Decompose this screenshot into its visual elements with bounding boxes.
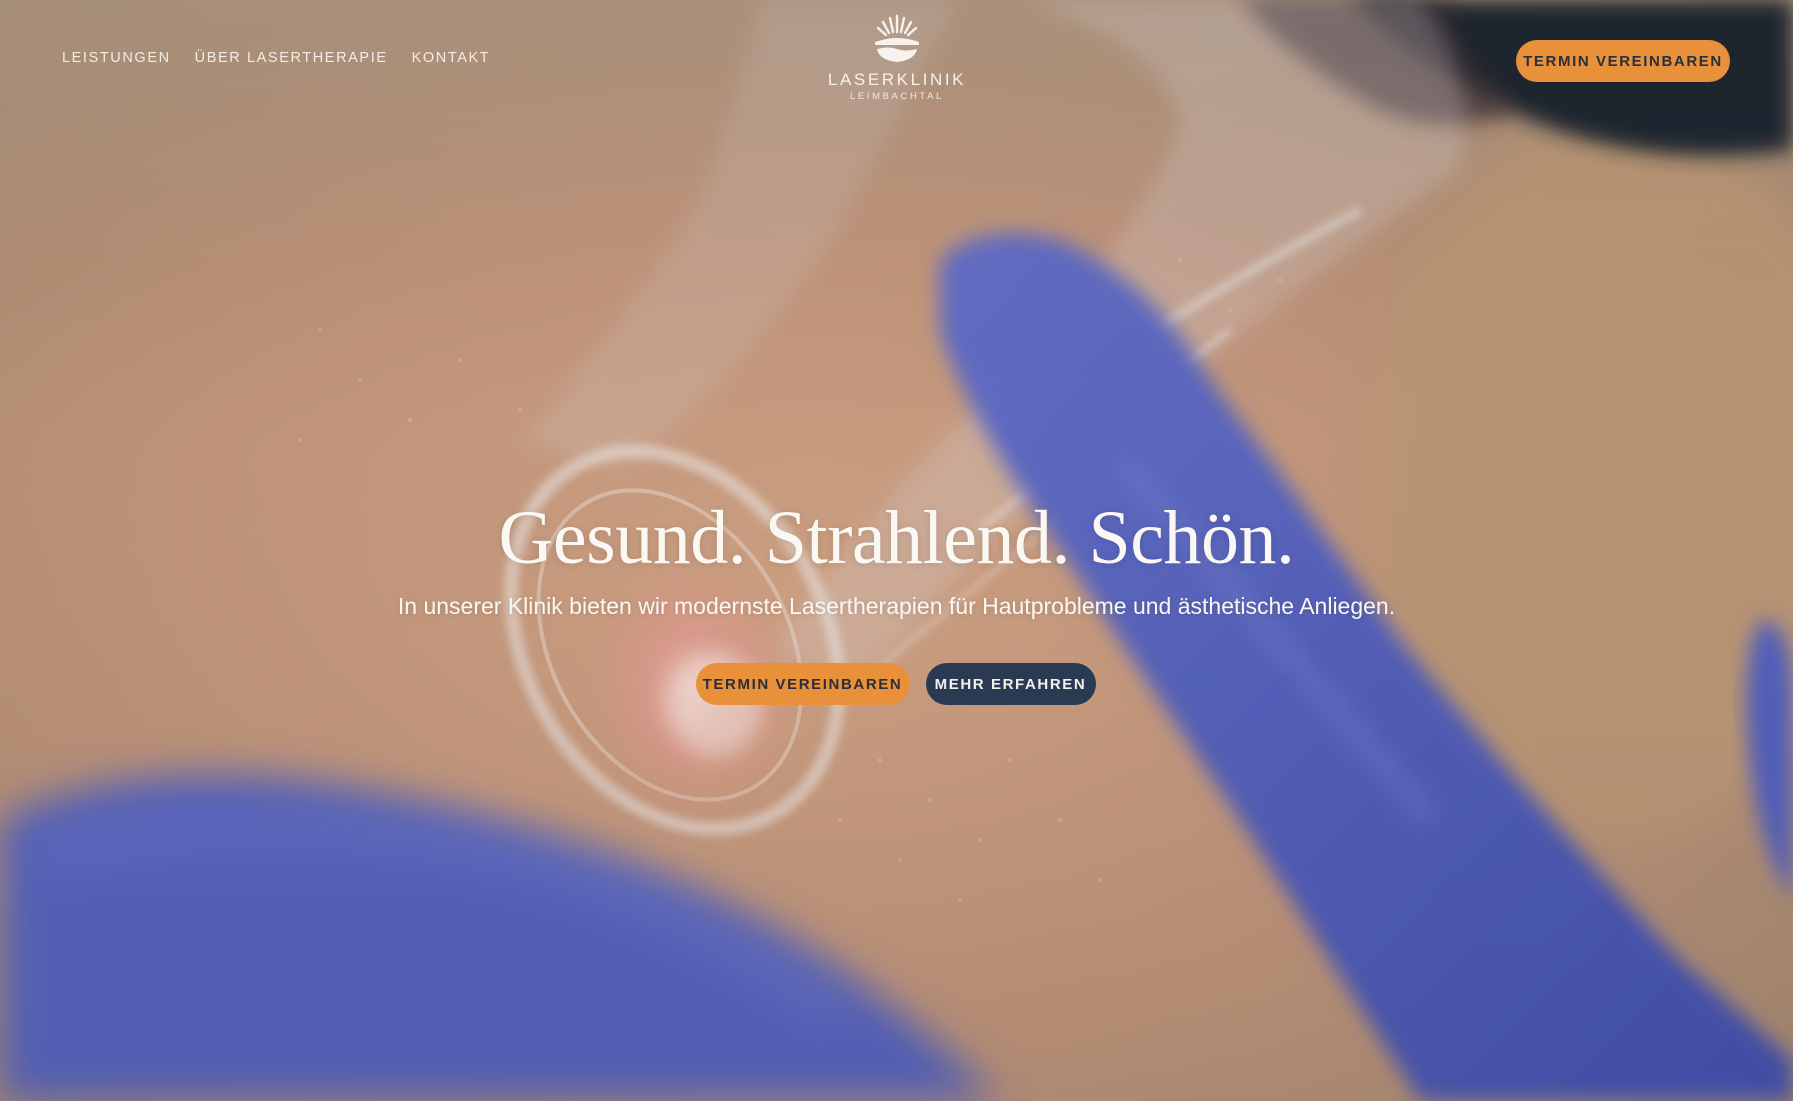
hero-section: LEISTUNGEN ÜBER LASERTHERAPIE KONTAKT LA… — [0, 0, 1793, 1101]
header-appointment-button[interactable]: TERMIN VEREINBAREN — [1516, 40, 1730, 82]
nav-link-ueber-lasertherapie[interactable]: ÜBER LASERTHERAPIE — [195, 50, 388, 66]
site-logo[interactable]: LASERKLINIK LEIMBACHTAL — [826, 12, 968, 112]
hero-appointment-button[interactable]: TERMIN VEREINBAREN — [695, 663, 910, 705]
hero-title: Gesund. Strahlend. Schön. — [498, 496, 1295, 580]
nav-link-leistungen[interactable]: LEISTUNGEN — [62, 50, 171, 66]
logo-subtitle: LEIMBACHTAL — [850, 91, 944, 102]
learn-more-button[interactable]: MEHR ERFAHREN — [925, 663, 1096, 705]
main-navigation: LEISTUNGEN ÜBER LASERTHERAPIE KONTAKT — [62, 50, 490, 66]
hero-subtitle: In unserer Klinik bieten wir modernste L… — [397, 593, 1396, 619]
logo-name: LASERKLINIK — [827, 70, 967, 89]
hero-cta-group: TERMIN VEREINBAREN MEHR ERFAHREN — [0, 663, 1793, 705]
nav-link-kontakt[interactable]: KONTAKT — [412, 50, 491, 66]
sunrise-logo-icon — [875, 14, 919, 62]
